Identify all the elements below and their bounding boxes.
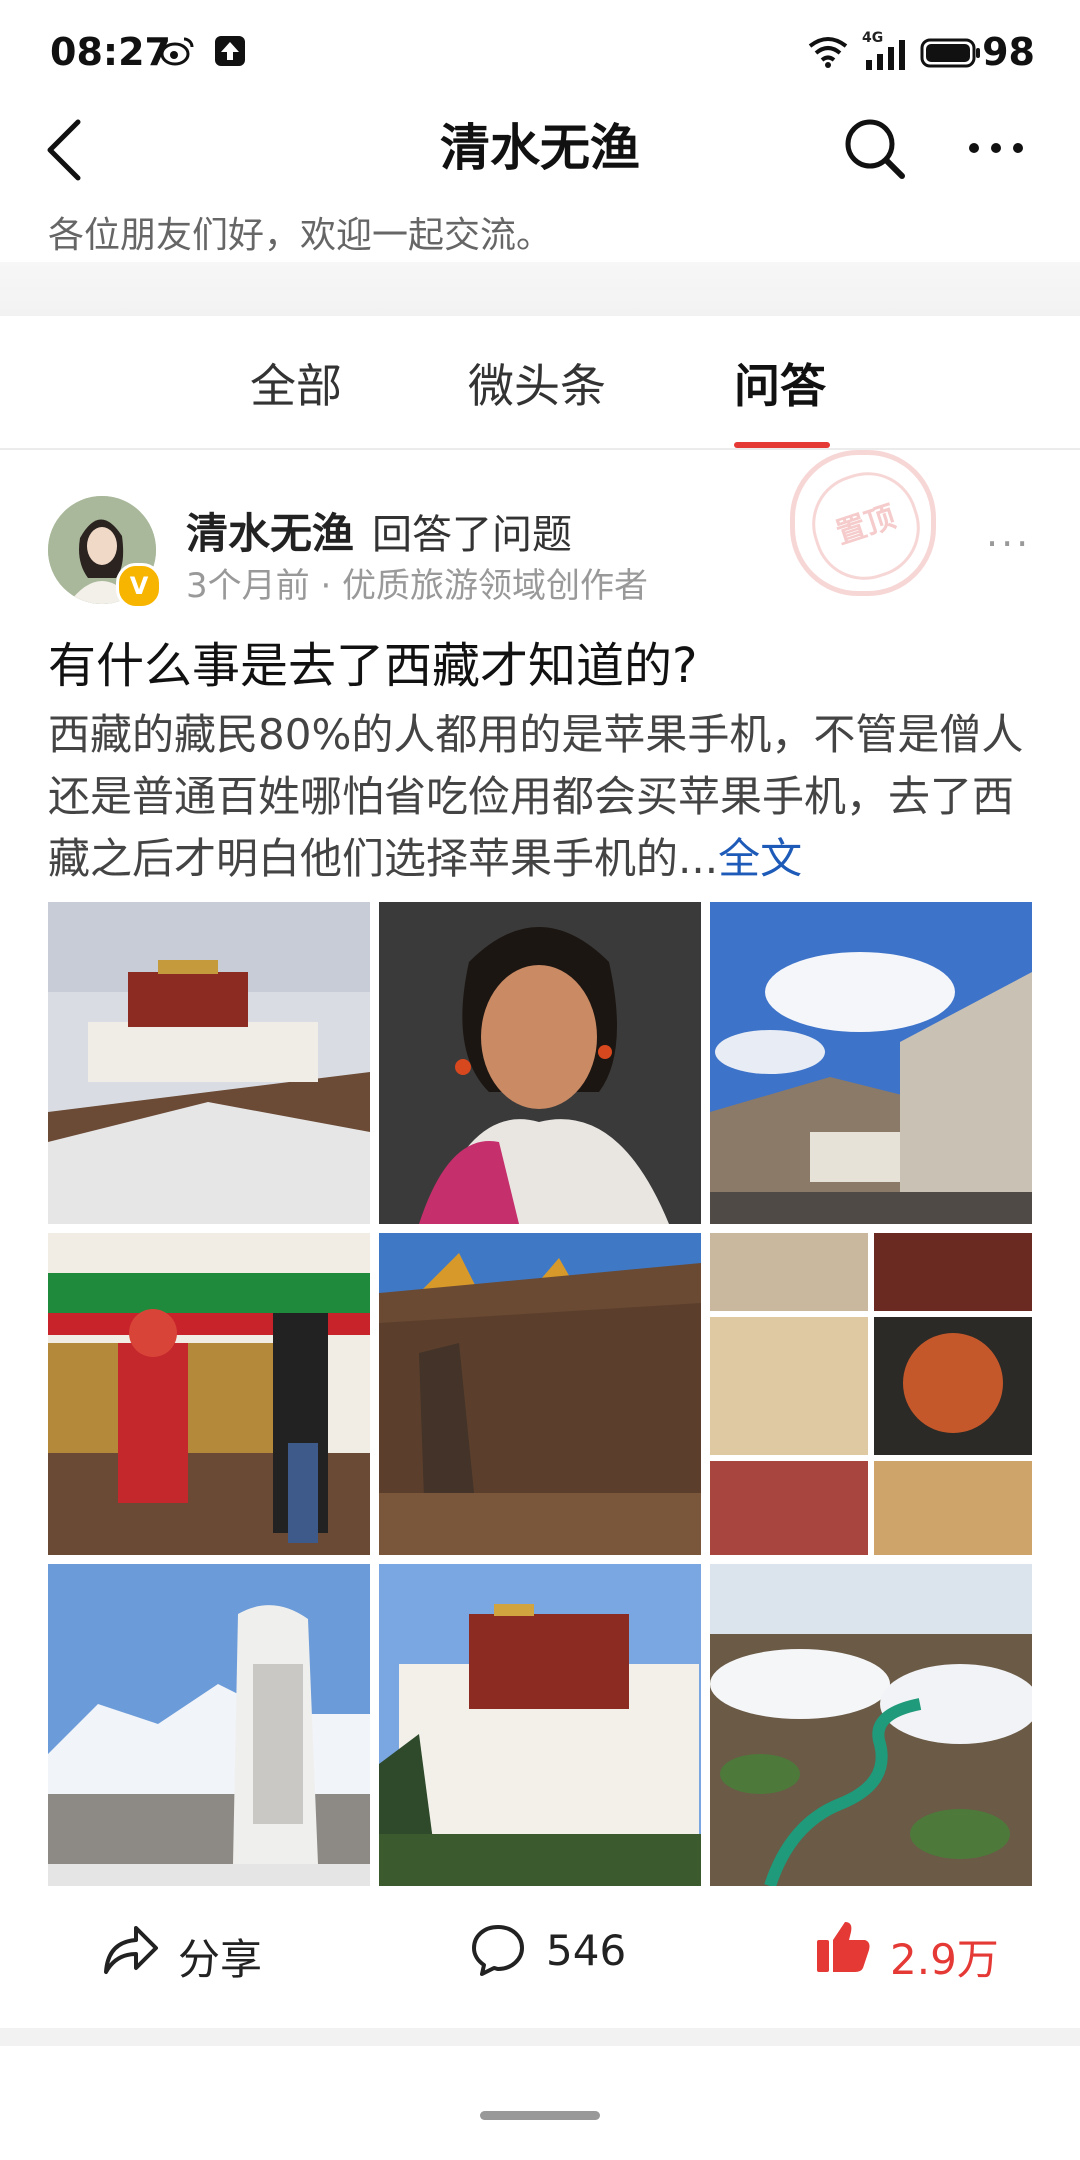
comment-count[interactable]: 546 xyxy=(546,1926,626,1975)
photo-tibetan-girl[interactable] xyxy=(379,902,701,1224)
wifi-icon xyxy=(808,37,848,68)
photo-river-aerial[interactable] xyxy=(710,1564,1032,1886)
active-tab-indicator xyxy=(734,442,830,448)
page-title: 清水无渔 xyxy=(440,119,640,177)
signal-icon xyxy=(866,40,905,70)
share-icon[interactable] xyxy=(102,1924,160,1976)
battery-icon xyxy=(920,38,980,68)
photo-potala-palace-front[interactable] xyxy=(379,1564,701,1886)
status-bar: 08:27 4G 98 xyxy=(0,0,1080,100)
post-meta: 3个月前 · 优质旅游领域创作者 xyxy=(186,566,649,606)
verified-badge: V xyxy=(116,563,162,609)
battery-level: 98 xyxy=(982,30,1035,74)
comment-icon[interactable] xyxy=(470,1922,526,1978)
upload-icon xyxy=(215,36,245,66)
post-more-icon[interactable]: ··· xyxy=(986,522,1031,566)
pinned-stamp: 置顶 xyxy=(790,450,936,596)
status-time: 08:27 xyxy=(50,30,171,74)
question-title[interactable]: 有什么事是去了西藏才知道的? xyxy=(48,626,697,696)
photo-tibetan-village[interactable] xyxy=(710,902,1032,1224)
author-name[interactable]: 清水无渔 xyxy=(186,500,354,561)
thumbs-up-icon[interactable] xyxy=(815,1918,871,1974)
photo-everest-marker[interactable] xyxy=(48,1564,370,1886)
answer-excerpt[interactable]: 西藏的藏民80%的人都用的是苹果手机，不管是僧人还是普通百姓哪怕省吃俭用都会买苹… xyxy=(48,704,1038,890)
like-count[interactable]: 2.9万 xyxy=(890,1926,999,1987)
search-icon[interactable] xyxy=(842,116,906,180)
tab-qa[interactable]: 问答 xyxy=(734,350,826,416)
photo-potala-palace-snow[interactable] xyxy=(48,902,370,1224)
tab-all[interactable]: 全部 xyxy=(250,350,342,416)
weibo-icon xyxy=(160,37,194,66)
more-icon[interactable] xyxy=(966,140,1026,156)
home-indicator[interactable] xyxy=(480,2111,600,2120)
share-label[interactable]: 分享 xyxy=(178,1926,262,1987)
tab-micro-headlines[interactable]: 微头条 xyxy=(468,350,606,416)
pinned-stamp-label: 置顶 xyxy=(799,459,933,593)
excerpt-text: 西藏的藏民80%的人都用的是苹果手机，不管是僧人还是普通百姓哪怕省吃俭用都会买苹… xyxy=(48,710,1024,883)
profile-intro: 各位朋友们好，欢迎一起交流。 xyxy=(48,215,553,256)
post-action: 回答了问题 xyxy=(372,512,572,558)
full-text-link[interactable]: 全文 xyxy=(718,834,802,883)
photo-prayer-wheels[interactable] xyxy=(48,1233,370,1555)
photo-yak-dung-wall[interactable] xyxy=(379,1233,701,1555)
section-divider xyxy=(0,2028,1080,2046)
photo-tibetan-food-collage[interactable] xyxy=(710,1233,1032,1555)
divider xyxy=(0,262,1080,316)
